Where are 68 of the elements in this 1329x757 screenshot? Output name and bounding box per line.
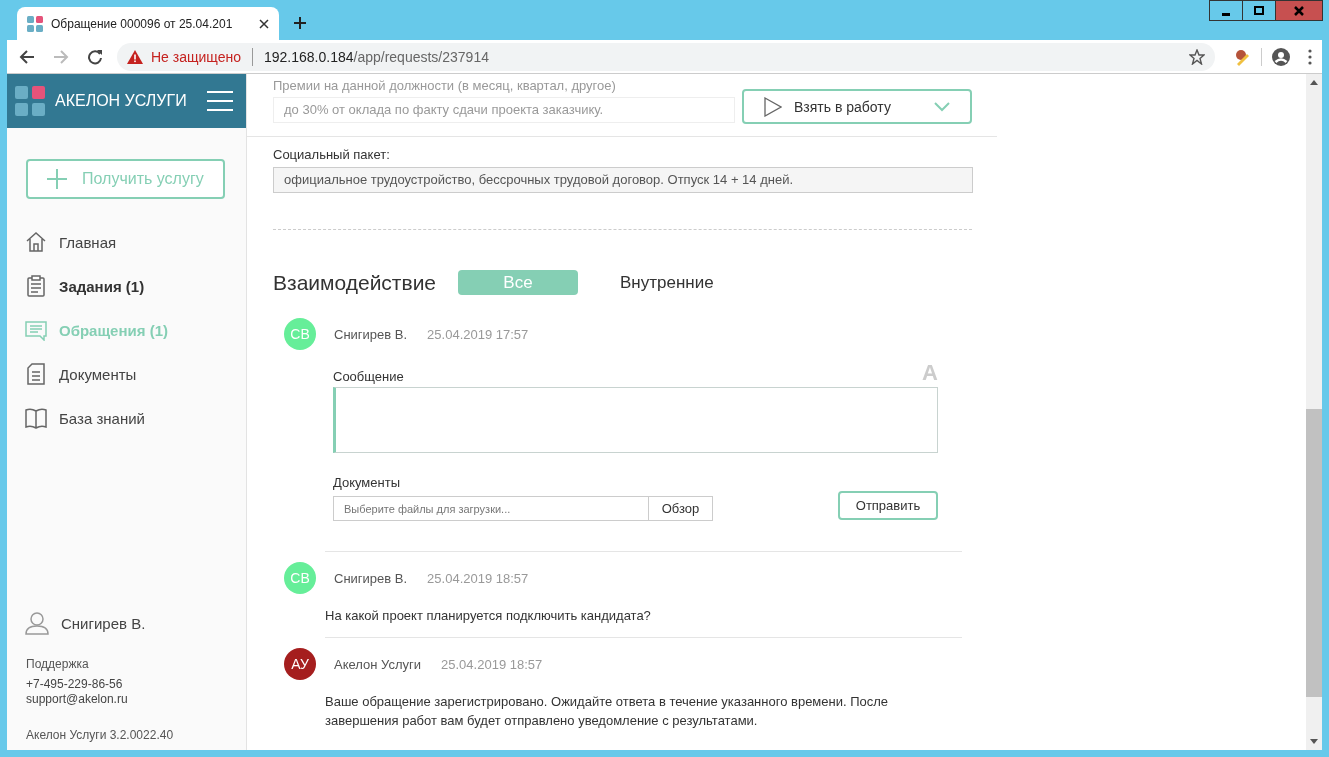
field-label: Сообщение — [333, 369, 404, 384]
author-name: Акелон Услуги — [334, 656, 422, 672]
close-icon[interactable] — [259, 18, 269, 29]
message-text: Ваше обращение зарегистрировано. Ожидайте ответа в течение указанного времени. После завершения работ вам будет отправлено уведомление с результатами. — [325, 693, 890, 730]
nav-item[interactable]: Задания (1) — [7, 271, 246, 301]
more-menu-icon[interactable] — [1308, 48, 1312, 65]
close-button[interactable] — [1275, 0, 1323, 21]
message-input[interactable] — [333, 387, 938, 453]
filter-tab[interactable]: Внутренние — [620, 270, 714, 295]
security-label: Не защищено — [151, 48, 241, 65]
field-label: Социальный пакет: — [273, 147, 391, 162]
chevron-down-icon — [934, 101, 950, 112]
support-email: support@akelon.ru — [25, 692, 129, 706]
scroll-up-icon[interactable] — [1310, 80, 1318, 85]
book-icon — [25, 407, 47, 429]
extension-icon[interactable] — [1233, 47, 1251, 66]
message-time: 25.04.2019 17:57 — [427, 326, 529, 342]
version-text: Акелон Услуги 3.2.0022.40 — [25, 728, 175, 742]
user-icon — [25, 611, 49, 635]
browse-button[interactable]: Обзор — [649, 496, 713, 521]
support-phone: +7-495-229-86-56 — [25, 677, 124, 691]
clipboard-icon — [25, 275, 47, 297]
avatar-circle: СВ — [284, 562, 316, 594]
reload-icon[interactable] — [87, 48, 103, 65]
menu-icon[interactable] — [207, 90, 233, 112]
grid-logo-icon — [15, 86, 45, 116]
text-field[interactable]: официальное трудоустройство, бессрочных трудовой договор. Отпуск 14 + 14 дней. — [273, 167, 973, 193]
user-name: Снигирев В. — [61, 614, 146, 632]
plus-icon[interactable] — [293, 16, 307, 30]
message-time: 25.04.2019 18:57 — [427, 570, 529, 586]
avatar-circle: СВ — [284, 318, 316, 350]
send-button[interactable]: Отправить — [838, 491, 938, 520]
plus-icon — [46, 168, 68, 190]
browser-tab[interactable]: Обращение 000096 от 25.04.201 — [17, 7, 279, 40]
scrollbar-thumb[interactable] — [1306, 409, 1322, 697]
support-label: Поддержка — [25, 657, 90, 671]
author-name: Снигирев В. — [334, 570, 408, 586]
scroll-down-icon[interactable] — [1310, 739, 1318, 744]
close-icon — [1293, 4, 1305, 17]
grid-logo-icon — [27, 15, 43, 32]
document-icon — [25, 363, 47, 385]
back-arrow-icon[interactable] — [19, 48, 35, 65]
file-input[interactable]: Выберите файлы для загрузки... — [333, 496, 649, 521]
minimize-button[interactable] — [1209, 0, 1243, 21]
message-text: На какой проект планируется подключить кандидата? — [325, 607, 652, 625]
chat-icon — [25, 319, 47, 341]
scrollbar[interactable] — [1306, 74, 1322, 750]
nav-item[interactable]: Документы — [7, 359, 246, 389]
tab-title: Обращение 000096 от 25.04.201 — [51, 16, 234, 31]
warning-icon — [127, 49, 143, 64]
url-text: 192.168.0.184/app/requests/237914 — [264, 48, 490, 65]
author-name: Снигирев В. — [334, 326, 408, 342]
star-icon[interactable] — [1189, 48, 1205, 65]
home-icon — [25, 231, 47, 253]
nav-item[interactable]: База знаний — [7, 403, 246, 433]
take-to-work-button[interactable]: Взять в работу — [742, 89, 972, 124]
play-icon — [764, 96, 782, 117]
profile-icon[interactable] — [1272, 47, 1290, 66]
field-label: Документы — [333, 475, 401, 490]
address-bar[interactable]: Не защищено 192.168.0.184/app/requests/237914 — [117, 42, 1215, 71]
section-title: Взаимодействие — [273, 270, 438, 295]
message-time: 25.04.2019 18:57 — [441, 656, 543, 672]
minimize-icon — [1222, 12, 1230, 16]
brand-name: АКЕЛОН УСЛУГИ — [55, 92, 188, 110]
nav-item[interactable]: Главная — [7, 227, 246, 257]
maximize-icon — [1253, 4, 1265, 17]
field-label: Премии на данной должности (в месяц, квартал, другое) — [273, 78, 617, 93]
avatar-circle: АУ — [284, 648, 316, 680]
